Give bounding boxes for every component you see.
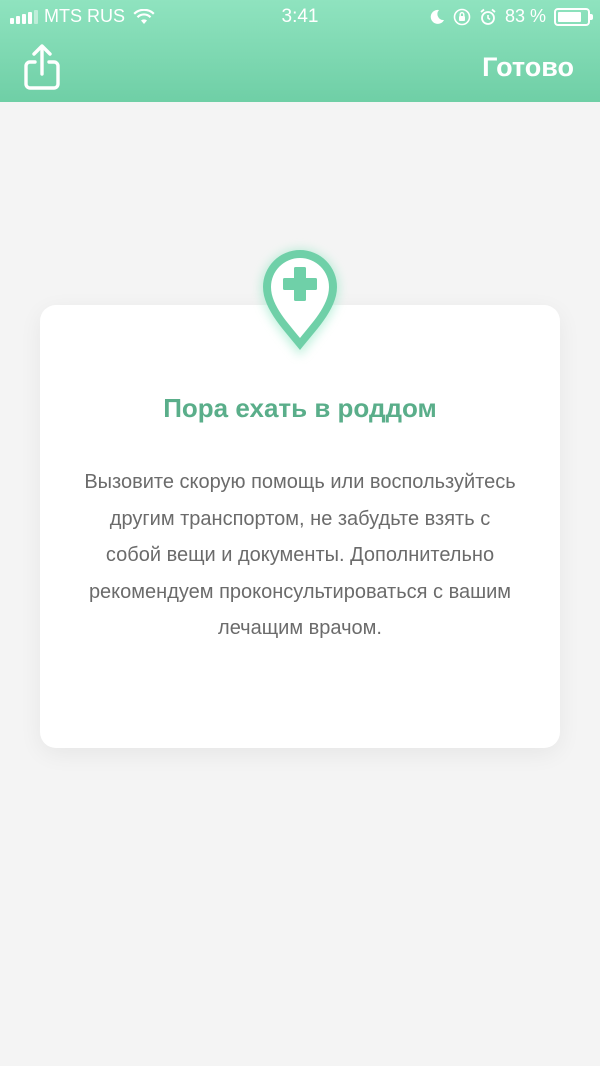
nav-bar: Готово bbox=[0, 34, 600, 102]
hospital-pin-icon bbox=[261, 249, 339, 356]
status-right: 83 % bbox=[429, 6, 593, 27]
battery-fill bbox=[558, 11, 582, 22]
info-card: Пора ехать в роддом Вызовите скорую помо… bbox=[40, 305, 560, 748]
card-title: Пора ехать в роддом bbox=[163, 393, 437, 423]
app-header: MTS RUS 3:41 83 % Готово bbox=[0, 0, 600, 102]
battery-icon bbox=[554, 7, 593, 26]
status-bar: MTS RUS 3:41 83 % bbox=[0, 0, 600, 34]
battery-percent: 83 % bbox=[504, 6, 546, 26]
share-icon[interactable] bbox=[22, 44, 62, 90]
card-description: Вызовите скорую помощь или воспользуйтес… bbox=[84, 471, 516, 639]
moon-icon bbox=[430, 9, 444, 24]
done-button[interactable]: Готово bbox=[482, 52, 574, 83]
alarm-icon bbox=[480, 8, 496, 25]
orientation-lock-icon bbox=[453, 8, 471, 25]
